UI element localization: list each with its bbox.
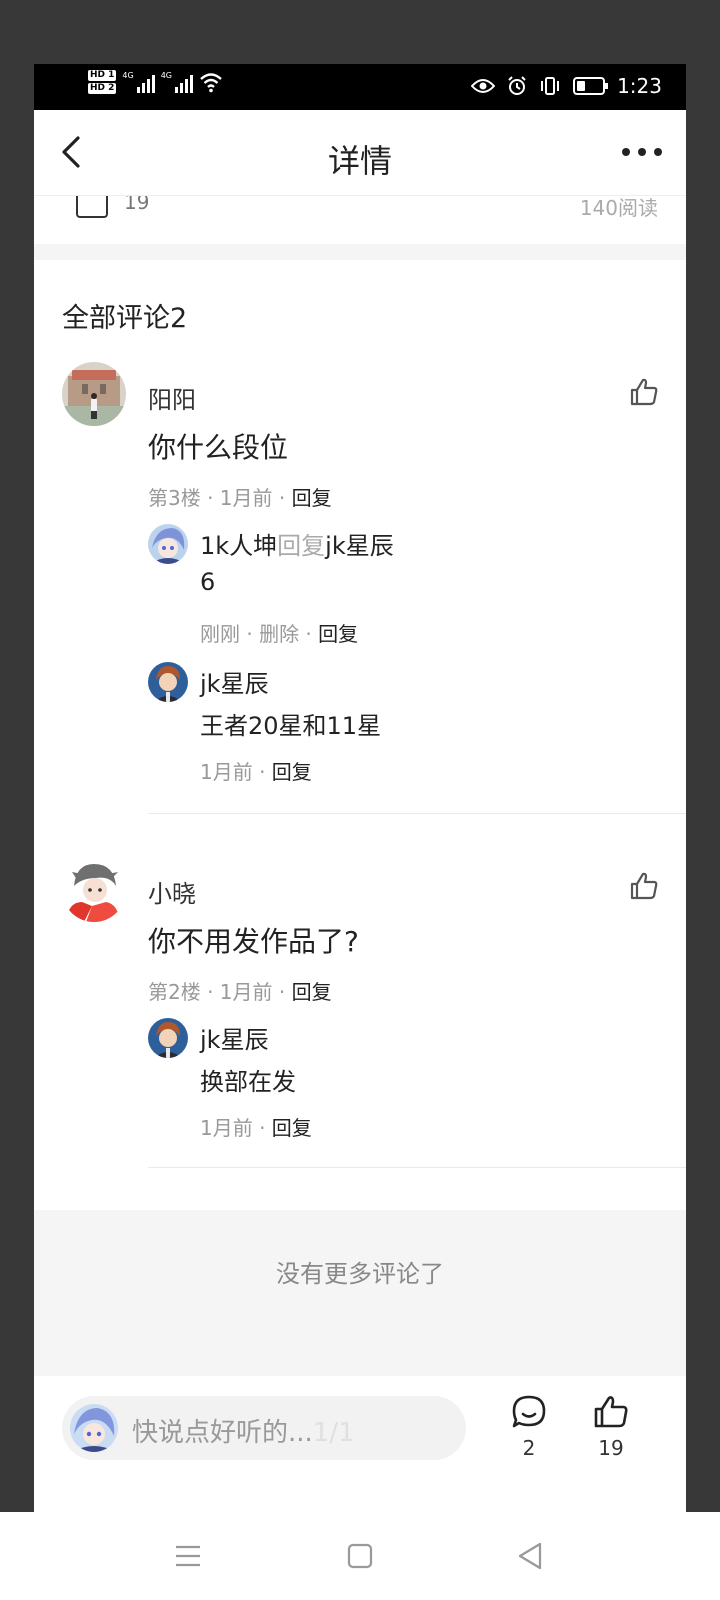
- thumbs-up-icon[interactable]: [628, 870, 660, 902]
- top-app-bar: 详情: [34, 110, 686, 196]
- reply-meta: 1月前 · 回复: [200, 1112, 312, 1141]
- reply-author[interactable]: jk星辰: [200, 664, 269, 699]
- post-like-icon[interactable]: [76, 196, 108, 218]
- app-screen: HD 1 HD 2 4G 4G 1:23 详情 19 140阅读 全部评论2 阳…: [34, 64, 686, 1512]
- hd1-badge: HD 1: [88, 70, 117, 81]
- comments-title: 全部评论2: [62, 303, 188, 334]
- like-count: 19: [598, 1436, 624, 1460]
- comment-meta: 第3楼 · 1月前 · 回复: [148, 482, 332, 511]
- reply-item: jk星辰 换部在发 1月前 · 回复: [148, 1016, 648, 1148]
- vibrate-icon: [541, 77, 560, 95]
- comment-meta: 第2楼 · 1月前 · 回复: [148, 976, 332, 1005]
- comment-floor-time: 第2楼 · 1月前 ·: [148, 980, 292, 1004]
- reply-button[interactable]: 回复: [292, 980, 332, 1004]
- hd-badges: HD 1 HD 2: [88, 70, 117, 94]
- system-nav-bar: [0, 1512, 720, 1600]
- battery-icon: [573, 77, 609, 95]
- post-stats-bar: 19 140阅读: [34, 196, 686, 244]
- avatar[interactable]: [148, 662, 188, 702]
- reply-author[interactable]: 1k人坤: [200, 532, 277, 560]
- comment-count: 2: [522, 1436, 536, 1460]
- avatar: [70, 1404, 118, 1452]
- reply-meta: 1月前 · 回复: [200, 756, 312, 785]
- reply-text: 王者20星和11星: [200, 712, 382, 740]
- comments-button[interactable]: 2: [504, 1394, 554, 1460]
- reply-item: 1k人坤回复jk星辰 6 刚刚 · 删除 · 回复: [148, 522, 648, 654]
- commenter-name[interactable]: 阳阳: [148, 380, 196, 415]
- faint-counter: 1/1: [312, 1418, 355, 1448]
- clock-time: 1:23: [617, 74, 662, 98]
- alarm-icon: [508, 76, 526, 95]
- reply-item: jk星辰 王者20星和11星 1月前 · 回复: [148, 660, 648, 792]
- status-right: 1:23: [471, 74, 662, 98]
- reply-header: 1k人坤回复jk星辰: [200, 526, 394, 561]
- commenter-name[interactable]: 小晓: [148, 874, 196, 909]
- read-count: 140阅读: [579, 196, 658, 220]
- avatar[interactable]: [148, 524, 188, 564]
- reply-time: 刚刚 · 删除 ·: [200, 622, 319, 646]
- signal-area: HD 1 HD 2 4G 4G: [88, 70, 223, 94]
- divider: [148, 1167, 686, 1168]
- divider: [148, 813, 686, 814]
- comment-input[interactable]: 快说点好听的...1/1: [62, 1396, 466, 1460]
- menu-icon[interactable]: [170, 1538, 206, 1574]
- comment-text: 你不用发作品了?: [148, 925, 359, 958]
- home-icon[interactable]: [342, 1538, 378, 1574]
- reply-text: 6: [200, 568, 216, 596]
- reply-time: 1月前 ·: [200, 760, 272, 784]
- network-type-1: 4G: [122, 71, 134, 80]
- reply-author[interactable]: jk星辰: [200, 1020, 269, 1055]
- avatar[interactable]: [148, 1018, 188, 1058]
- reply-button[interactable]: 回复: [292, 486, 332, 510]
- comment-floor-time: 第3楼 · 1月前 ·: [148, 486, 292, 510]
- no-more-comments: 没有更多评论了: [34, 1210, 686, 1376]
- comment-text: 你什么段位: [148, 431, 289, 464]
- thumbs-up-icon[interactable]: [628, 376, 660, 408]
- thumbs-up-icon: [594, 1396, 628, 1428]
- reply-target[interactable]: jk星辰: [325, 532, 394, 560]
- more-options-icon[interactable]: [622, 140, 662, 164]
- post-like-count: 19: [124, 196, 150, 214]
- placeholder-text: 快说点好听的...: [132, 1418, 313, 1448]
- signal-2-icon: 4G: [161, 71, 193, 93]
- reply-time: 1月前 ·: [200, 1116, 272, 1140]
- network-type-2: 4G: [160, 71, 172, 80]
- avatar[interactable]: [62, 858, 126, 922]
- avatar[interactable]: [62, 362, 126, 426]
- wifi-icon: [200, 73, 222, 93]
- eye-icon: [471, 79, 496, 93]
- page-title: 详情: [327, 142, 392, 180]
- status-bar: HD 1 HD 2 4G 4G 1:23: [34, 64, 686, 110]
- reply-button[interactable]: 回复: [272, 1116, 312, 1140]
- reply-meta: 刚刚 · 删除 · 回复: [200, 618, 358, 647]
- hd2-badge: HD 2: [88, 83, 117, 94]
- like-button[interactable]: 19: [586, 1394, 636, 1460]
- no-more-text: 没有更多评论了: [276, 1260, 444, 1288]
- comment-bubble-icon: [512, 1395, 546, 1428]
- reply-button[interactable]: 回复: [318, 622, 358, 646]
- back-triangle-icon[interactable]: [512, 1538, 548, 1574]
- signal-1-icon: 4G: [122, 71, 155, 93]
- input-placeholder: 快说点好听的...1/1: [132, 1412, 355, 1449]
- reply-word: 回复: [277, 532, 326, 560]
- comments-section: 全部评论2 阳阳 你什么段位 第3楼 · 1月前 · 回复 1k人坤回复jk星辰…: [34, 260, 686, 1210]
- reply-text: 换部在发: [200, 1068, 296, 1096]
- reply-button[interactable]: 回复: [272, 760, 312, 784]
- comment-input-bar: 快说点好听的...1/1 2 19: [34, 1376, 686, 1512]
